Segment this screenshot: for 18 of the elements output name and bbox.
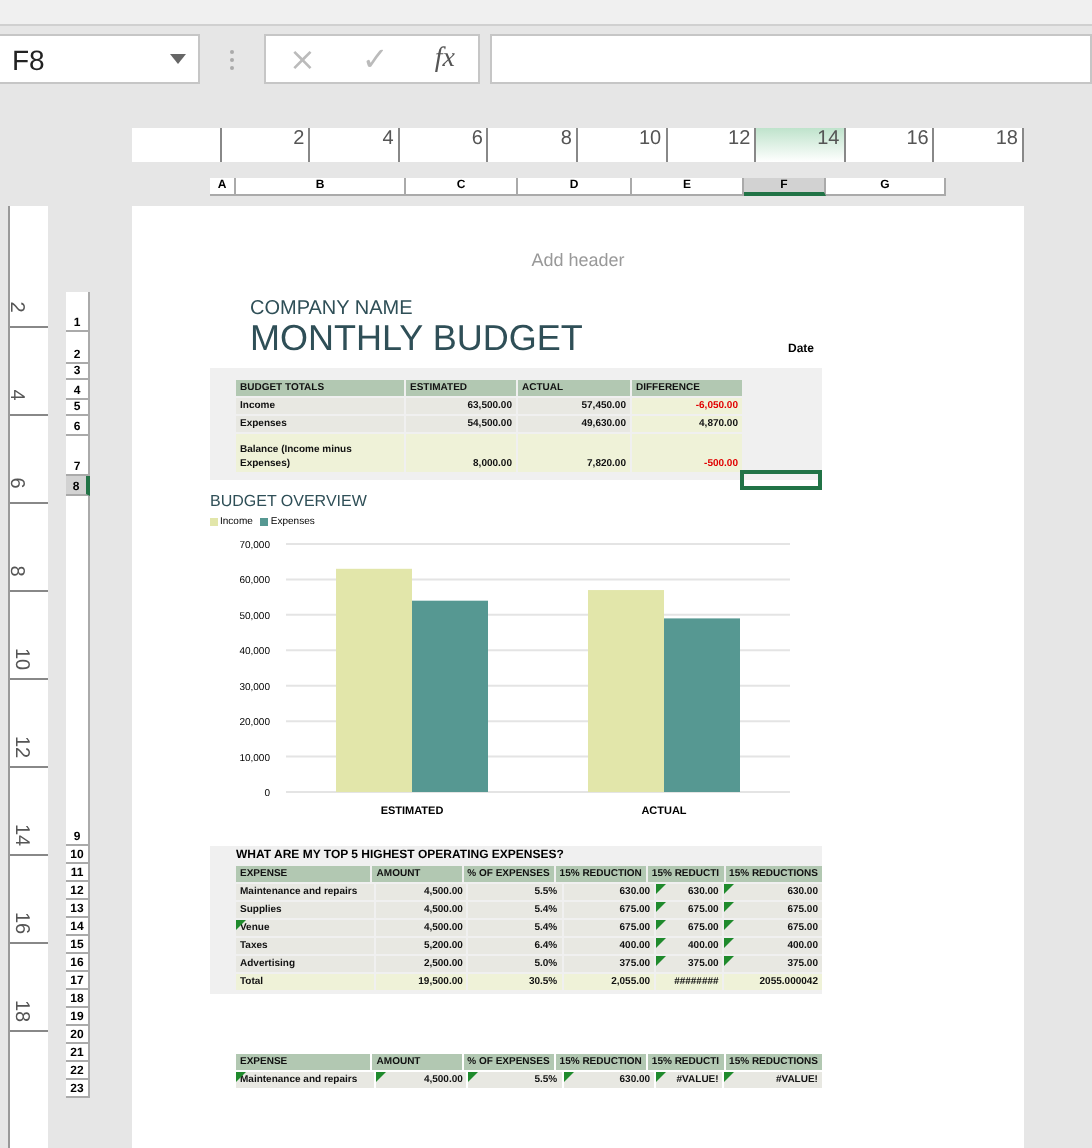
name-box[interactable]: F8 <box>0 34 200 84</box>
legend-swatch-icon <box>260 518 269 526</box>
error-indicator-icon <box>563 1072 574 1082</box>
chart-title: BUDGET OVERVIEW <box>210 492 369 510</box>
vertical-ruler: 2 4 6 8 10 12 14 16 18 <box>8 206 48 1148</box>
error-indicator-icon <box>375 1072 386 1082</box>
error-indicator-icon <box>236 1072 246 1082</box>
company-name: COMPANY NAME <box>250 298 415 320</box>
formula-field[interactable] <box>490 34 1092 84</box>
cell-selection <box>740 470 822 490</box>
insert-function-button[interactable]: fx <box>426 43 463 75</box>
error-indicator-icon <box>656 1072 667 1082</box>
error-indicator-icon <box>468 1072 479 1082</box>
caret-icon <box>170 54 186 64</box>
page-title: MONTHLY BUDGET <box>250 320 583 356</box>
error-indicator-icon <box>724 1072 735 1082</box>
legend-swatch-icon <box>210 518 218 526</box>
horizontal-ruler: 2 4 6 8 10 12 14 16 18 <box>132 128 1024 162</box>
